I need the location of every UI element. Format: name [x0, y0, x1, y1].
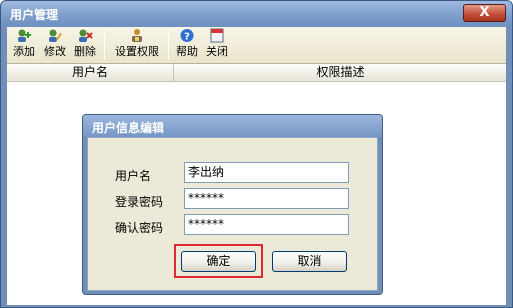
user-management-window: 用户管理 X 添加 修改 删除 设置权限 ? 帮助 关闭 用户名 权限描述 用户… — [0, 0, 513, 308]
add-label: 添加 — [13, 45, 35, 58]
delete-label: 删除 — [74, 45, 96, 58]
user-edit-dialog: 用户信息编辑 用户名 李出纳 登录密码 ****** 确认密码 ****** 确… — [82, 114, 383, 295]
password-field[interactable]: ****** — [184, 188, 349, 209]
confirm-password-label: 确认密码 — [115, 221, 164, 235]
grid-header: 用户名 权限描述 — [7, 64, 506, 82]
window-close-button[interactable]: X — [463, 4, 506, 22]
edit-button[interactable]: 修改 — [41, 28, 69, 63]
title-bar[interactable]: 用户管理 X — [1, 1, 512, 27]
username-field[interactable]: 李出纳 — [184, 162, 349, 183]
close-window-label: 关闭 — [206, 45, 228, 58]
dialog-body: 用户名 李出纳 登录密码 ****** 确认密码 ****** 确定 取消 — [87, 137, 378, 291]
dialog-title: 用户信息编辑 — [92, 121, 165, 135]
svg-text:?: ? — [184, 32, 190, 43]
client-area: 添加 修改 删除 设置权限 ? 帮助 关闭 用户名 权限描述 用户信息编辑 用户… — [7, 27, 506, 305]
close-icon: X — [479, 5, 490, 20]
delete-button[interactable]: 删除 — [71, 28, 99, 63]
close-window-icon — [210, 28, 224, 43]
username-label: 用户名 — [115, 169, 152, 183]
set-permission-button[interactable]: 设置权限 — [111, 28, 163, 63]
edit-label: 修改 — [44, 45, 66, 58]
ok-button[interactable]: 确定 — [181, 251, 256, 272]
confirm-password-field[interactable]: ****** — [184, 214, 349, 235]
password-label: 登录密码 — [115, 195, 164, 209]
column-header-username[interactable]: 用户名 — [7, 64, 174, 81]
cancel-button[interactable]: 取消 — [272, 251, 347, 272]
toolbar-separator — [104, 30, 105, 60]
toolbar: 添加 修改 删除 设置权限 ? 帮助 关闭 — [7, 27, 506, 64]
add-button[interactable]: 添加 — [10, 28, 38, 63]
add-icon — [18, 29, 31, 42]
dialog-title-bar[interactable]: 用户信息编辑 — [83, 115, 382, 137]
edit-icon — [49, 29, 62, 42]
set-permission-label: 设置权限 — [115, 45, 159, 58]
close-window-button[interactable]: 关闭 — [203, 28, 231, 63]
help-button[interactable]: ? 帮助 — [173, 28, 201, 63]
column-header-permission-desc[interactable]: 权限描述 — [175, 64, 506, 81]
permission-icon — [132, 29, 142, 42]
delete-icon — [79, 29, 93, 42]
help-icon: ? — [180, 29, 194, 43]
help-label: 帮助 — [176, 45, 198, 58]
toolbar-separator — [168, 30, 169, 60]
window-title: 用户管理 — [10, 8, 59, 22]
